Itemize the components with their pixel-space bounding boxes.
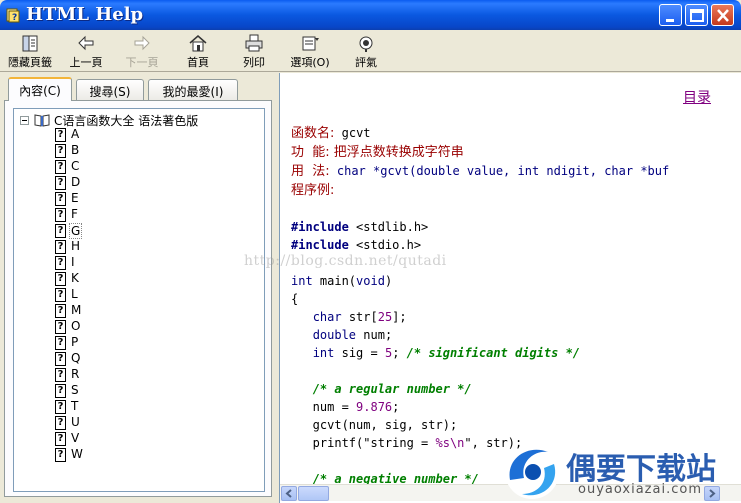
topic-content: 函数名: gcvt 功 能: 把浮点数转换成字符串 用 法: char *gcv… bbox=[291, 126, 670, 486]
feature-text: 把浮点数转换成字符串 bbox=[329, 145, 464, 160]
tree-item-label: W bbox=[71, 447, 83, 461]
options-button[interactable]: 選項(O) bbox=[288, 33, 332, 71]
tree-item-label: D bbox=[71, 175, 81, 189]
tab-favorites[interactable]: 我的最愛(I) bbox=[148, 79, 238, 100]
site-logo: 偶要下载站 ouyaoxiazai.com bbox=[498, 440, 741, 503]
hide-tabs-icon bbox=[22, 35, 38, 52]
minimize-button[interactable] bbox=[659, 4, 682, 26]
help-page-icon bbox=[55, 176, 66, 190]
help-page-icon bbox=[55, 400, 66, 414]
tree-item-label: S bbox=[71, 383, 79, 397]
options-icon bbox=[302, 36, 319, 51]
topic-pane: 目录 函数名: gcvt 功 能: 把浮点数转换成字符串 用 法: char *… bbox=[279, 73, 741, 503]
tree-item-label: U bbox=[71, 415, 80, 429]
maximize-button[interactable] bbox=[685, 4, 708, 26]
tree-item-label: V bbox=[71, 431, 80, 445]
tree-item-label: E bbox=[71, 191, 79, 205]
back-button[interactable]: 上一頁 bbox=[66, 33, 106, 71]
example-label: 程序例: bbox=[291, 183, 335, 198]
toc-link[interactable]: 目录 bbox=[683, 87, 711, 107]
tree-item-label: K bbox=[71, 271, 79, 285]
tab-contents[interactable]: 內容(C) bbox=[8, 77, 72, 101]
help-page-icon bbox=[55, 208, 66, 222]
help-page-icon bbox=[55, 240, 66, 254]
tree-item-label: O bbox=[71, 319, 81, 333]
home-icon bbox=[189, 35, 207, 52]
contents-tree[interactable]: C语言函数大全 语法著色版 ABCDEFGHIKLMOPQRSTUVW bbox=[13, 108, 265, 492]
func-name: gcvt bbox=[334, 126, 371, 140]
func-label: 函数名: bbox=[291, 126, 335, 141]
tree-item-label: P bbox=[71, 335, 79, 349]
tree-item-label: C bbox=[71, 159, 80, 173]
scroll-thumb[interactable] bbox=[298, 486, 329, 501]
help-page-icon bbox=[55, 272, 66, 286]
home-button[interactable]: 首頁 bbox=[182, 33, 214, 71]
help-book-icon: ? bbox=[6, 8, 20, 23]
svg-text:?: ? bbox=[12, 13, 17, 23]
navigation-pane: 內容(C) 搜尋(S) 我的最愛(I) C语言函数大全 语法著色版 ABCDEF… bbox=[0, 73, 276, 503]
tree-item-label: M bbox=[71, 303, 82, 317]
tab-panel: C语言函数大全 语法著色版 ABCDEFGHIKLMOPQRSTUVW bbox=[4, 100, 272, 497]
close-icon bbox=[717, 9, 729, 22]
help-page-icon bbox=[55, 432, 66, 446]
back-arrow-icon bbox=[78, 35, 94, 51]
minimize-icon bbox=[666, 19, 674, 22]
help-page-icon bbox=[55, 304, 66, 318]
toolbar: 隱藏頁籤 上一頁 下一頁 首頁 列印 選項(O) 評氣 bbox=[0, 30, 741, 72]
logo-url: ouyaoxiazai.com bbox=[578, 482, 702, 497]
forward-button[interactable]: 下一頁 bbox=[122, 33, 162, 71]
help-page-icon bbox=[55, 288, 66, 302]
usage-label: 用 法: bbox=[291, 164, 330, 179]
collapse-icon[interactable] bbox=[20, 116, 29, 125]
help-page-icon bbox=[55, 416, 66, 430]
tree-item-label: A bbox=[71, 127, 80, 141]
hide-tabs-button[interactable]: 隱藏頁籤 bbox=[6, 33, 54, 71]
tab-search[interactable]: 搜尋(S) bbox=[76, 79, 144, 100]
forward-arrow-icon bbox=[134, 35, 150, 51]
help-page-icon bbox=[55, 192, 66, 206]
watermark: http://blog.csdn.net/qutadi bbox=[244, 253, 447, 269]
scroll-left-button[interactable] bbox=[281, 486, 297, 501]
help-page-icon bbox=[55, 368, 66, 382]
title-bar[interactable]: ? HTML Help bbox=[0, 0, 741, 30]
tree-item-label: Q bbox=[71, 351, 81, 365]
open-book-icon bbox=[34, 114, 50, 127]
jump-button[interactable]: 評氣 bbox=[350, 33, 382, 71]
print-icon bbox=[245, 34, 263, 52]
help-page-icon bbox=[55, 384, 66, 398]
feature-label: 功 能: bbox=[291, 145, 330, 160]
help-page-icon bbox=[55, 144, 66, 158]
tree-item-label: H bbox=[71, 239, 81, 253]
usage-code: char *gcvt(double value, int ndigit, cha… bbox=[329, 164, 670, 178]
help-page-icon bbox=[55, 224, 66, 238]
close-button[interactable] bbox=[711, 4, 734, 26]
tree-item-label: T bbox=[71, 399, 79, 413]
help-page-icon bbox=[55, 352, 66, 366]
left-arrow-icon bbox=[285, 489, 292, 498]
help-page-icon bbox=[55, 160, 66, 174]
maximize-icon bbox=[690, 9, 704, 22]
tree-item-label: B bbox=[71, 143, 80, 157]
print-button[interactable]: 列印 bbox=[238, 33, 270, 71]
tree-item-label: I bbox=[71, 255, 75, 269]
jump-icon bbox=[359, 36, 373, 52]
help-page-icon bbox=[55, 336, 66, 350]
tree-item-label: L bbox=[71, 287, 78, 301]
logo-swirl-icon bbox=[505, 445, 559, 499]
tree-item-label: G bbox=[69, 223, 83, 239]
tree-item-label: F bbox=[71, 207, 78, 221]
help-page-icon bbox=[55, 128, 66, 142]
tree-item-label: R bbox=[71, 367, 80, 381]
help-page-icon bbox=[55, 320, 66, 334]
help-page-icon bbox=[55, 256, 66, 270]
help-page-icon bbox=[55, 448, 66, 462]
window-title: HTML Help bbox=[26, 4, 144, 25]
